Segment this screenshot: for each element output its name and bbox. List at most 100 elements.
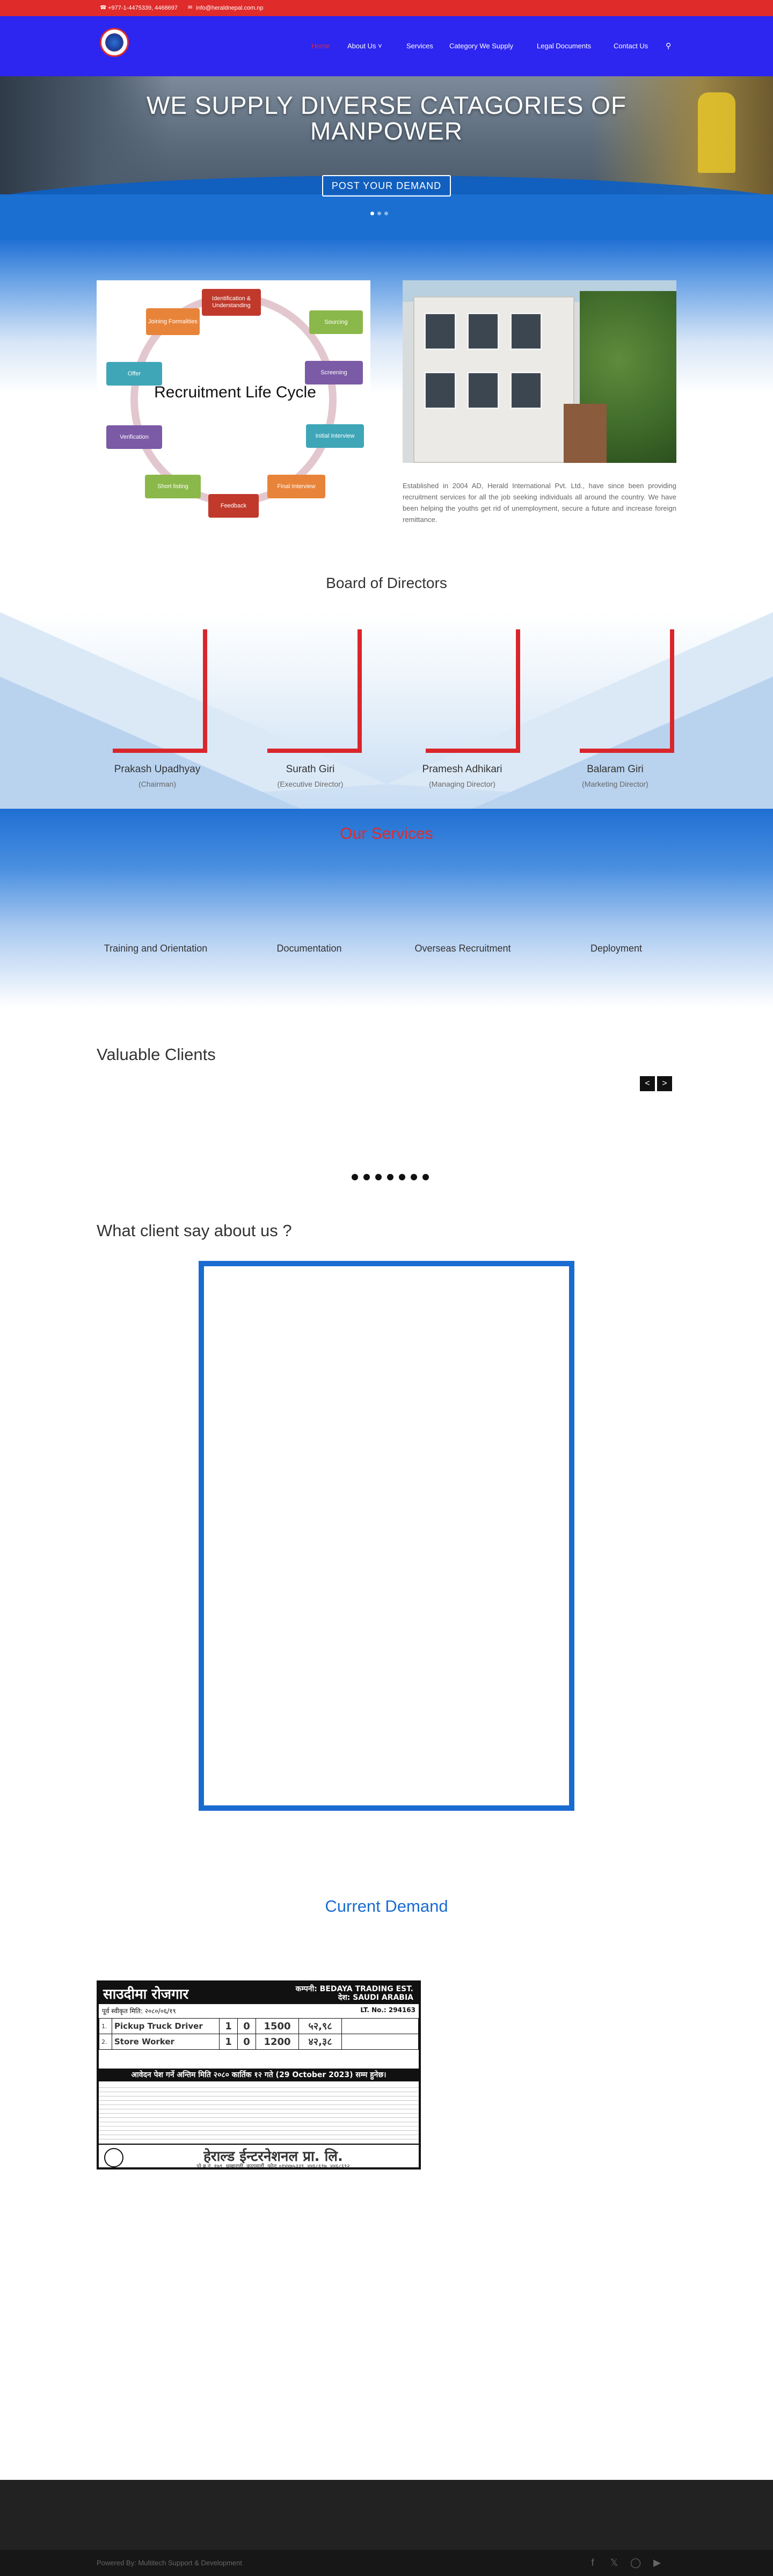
hero-title: WE SUPPLY DIVERSE CATAGORIES OF MANPOWER [146,91,627,145]
about-text: Established in 2004 AD, Herald Internati… [403,482,676,524]
poster-jobs-table: 1. Pickup Truck Driver 1 0 1500 ५२,९८ 2.… [99,2018,419,2050]
director-frame [580,629,674,758]
services-title: Our Services [340,825,433,843]
job-salary-npr: ४२,३८ [298,2034,342,2050]
nav-about-us-label: About Us [347,42,376,50]
cycle-node: Verification [106,425,162,449]
carousel-dot[interactable] [375,1174,382,1180]
search-icon[interactable]: ⚲ [666,41,671,50]
hero-wave-base [0,194,773,240]
carousel-dot[interactable] [399,1174,405,1180]
director-frame [267,629,362,758]
social-links: f 𝕏 ◯ ▶ [587,2557,662,2568]
cycle-node: Sourcing [309,310,363,334]
hero-worker-figure [698,92,735,173]
director-frame [426,629,520,758]
nav-about-us[interactable]: About Us ˅ [347,42,382,50]
x-icon[interactable]: 𝕏 [609,2557,619,2568]
carousel-dot[interactable] [387,1174,393,1180]
clients-carousel-dots [352,1174,429,1180]
cycle-node: Feedback [208,494,259,518]
instagram-icon[interactable]: ◯ [630,2557,641,2568]
chevron-down-icon: ˅ [378,42,382,50]
cycle-node: Initial Interview [306,424,364,448]
facebook-icon[interactable]: f [587,2557,598,2568]
nav-services[interactable]: Services [406,42,433,50]
carousel-dot[interactable] [411,1174,417,1180]
job-no: 1. [99,2018,112,2034]
poster-company: कम्पनी: BEDAYA TRADING EST. [295,1985,413,1993]
job-no: 2. [99,2034,112,2050]
poster-headline: साउदीमा रोजगार [103,1986,189,2002]
current-demand-title: Current Demand [325,1897,448,1915]
cycle-node: Screening [305,361,363,384]
footer-widgets [0,2480,773,2550]
poster-address: पो.ब.नं. १७९, धुम्बाराही, काठमाडौं, फोनः… [196,2164,350,2169]
clients-title: Valuable Clients [97,1045,216,1064]
director-name: Pramesh Adhikari [422,764,502,775]
hero-slider-dots [370,212,388,215]
cycle-node: Final Interview [267,475,325,498]
nav-contact-us[interactable]: Contact Us [614,42,648,50]
director-role: (Marketing Director) [582,780,648,788]
job-male-count: 1 [219,2034,238,2050]
director-role: (Managing Director) [429,780,495,788]
youtube-icon[interactable]: ▶ [652,2557,662,2568]
service-item[interactable]: Deployment [552,943,681,954]
job-female-count: 0 [237,2018,256,2034]
phone-contact[interactable]: ☎ +977-1-4475339, 4468697 [100,5,178,11]
job-male-count: 1 [219,2018,238,2034]
phone-icon: ☎ [100,5,107,11]
clients-carousel-arrows: < > [640,1076,672,1091]
director-name: Balaram Giri [587,764,644,775]
slider-dot[interactable] [377,212,381,215]
slider-dot[interactable] [384,212,388,215]
job-title: Pickup Truck Driver [112,2018,220,2034]
poster-fine-print [99,2084,419,2144]
job-salary-npr: ५२,९८ [298,2018,342,2034]
poster-approval-date: पूर्व स्वीकृत मिति: २०८०/०६/१९ [102,2007,176,2015]
director-name: Surath Giri [286,764,335,775]
company-seal-icon [104,2148,123,2167]
recruitment-cycle-diagram: Recruitment Life Cycle Identification & … [97,280,370,526]
carousel-dot[interactable] [422,1174,429,1180]
envelope-icon: ✉ [188,5,193,11]
nav-home[interactable]: Home [311,42,330,50]
email-text: info@heraldnepal.com.np [196,5,264,11]
site-header: Home About Us ˅ Services Category We Sup… [0,16,773,76]
job-title: Store Worker [112,2034,220,2050]
cycle-node: Offer [106,362,162,386]
slider-dot[interactable] [370,212,374,215]
board-title: Board of Directors [326,575,447,591]
prev-arrow-button[interactable]: < [640,1076,655,1091]
cycle-node: Joining Formalities [146,308,200,335]
poster-country: देश: SAUDI ARABIA [338,1993,413,2002]
footer-copyright: Powered By: Multitech Support & Developm… [97,2559,242,2567]
director-role: (Executive Director) [277,780,344,788]
testimonials-frame [199,1261,574,1811]
cycle-node: Short listing [145,475,201,498]
top-bar: ☎ +977-1-4475339, 4468697 ✉ info@heraldn… [0,0,773,16]
carousel-dot[interactable] [363,1174,370,1180]
next-arrow-button[interactable]: > [657,1076,672,1091]
director-frame [113,629,207,758]
job-female-count: 0 [237,2034,256,2050]
phone-text: +977-1-4475339, 4468697 [108,5,178,11]
cycle-title: Recruitment Life Cycle [154,383,316,401]
demand-poster[interactable]: साउदीमा रोजगार कम्पनी: BEDAYA TRADING ES… [97,1980,421,2169]
job-salary: 1200 [256,2034,299,2050]
service-item[interactable]: Overseas Recruitment [398,943,527,954]
hero-slider: WE SUPPLY DIVERSE CATAGORIES OF MANPOWER… [0,76,773,240]
job-salary: 1500 [256,2018,299,2034]
director-role: (Chairman) [138,780,176,788]
service-item[interactable]: Documentation [245,943,374,954]
cycle-node: Identification & Understanding [202,289,261,316]
main-nav: Home About Us ˅ Services Category We Sup… [0,41,773,53]
nav-category-we-supply[interactable]: Category We Supply [449,42,513,50]
nav-legal-documents[interactable]: Legal Documents [537,42,591,50]
post-your-demand-button[interactable]: POST YOUR DEMAND [322,175,451,197]
service-item[interactable]: Training and Orientation [91,943,220,954]
carousel-dot[interactable] [352,1174,358,1180]
email-contact[interactable]: ✉ info@heraldnepal.com.np [188,5,264,11]
poster-lt-number: LT. No.: 294163 [360,2006,415,2014]
